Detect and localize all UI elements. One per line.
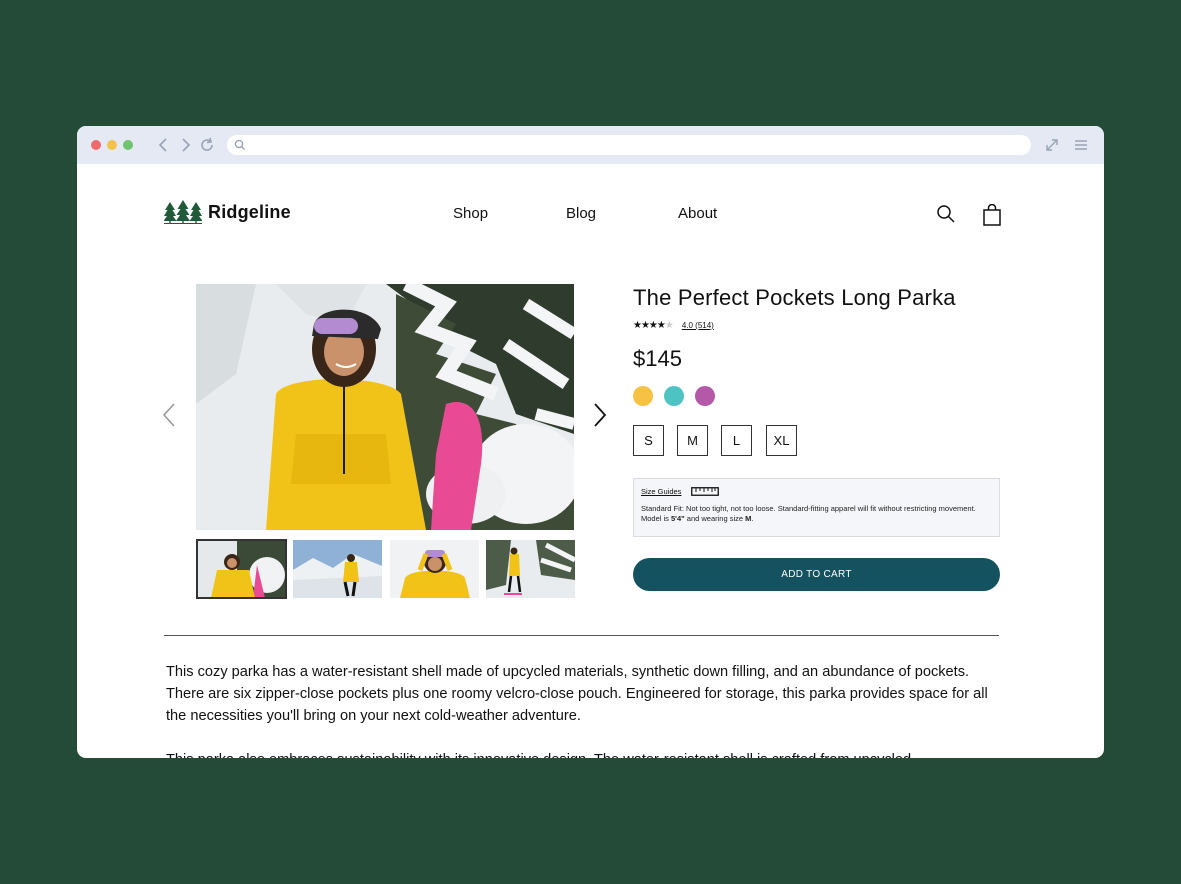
size-option-s[interactable]: S [633, 425, 664, 456]
thumbnail-2[interactable] [293, 540, 382, 598]
fit-description: Standard Fit: Not too tight, not too loo… [641, 504, 976, 523]
page-content: Ridgeline Shop Blog About The Perfect Po… [77, 164, 1104, 758]
size-guide-link[interactable]: Size Guides [641, 487, 681, 496]
menu-icon[interactable] [1072, 136, 1090, 154]
product-description: This cozy parka has a water-resistant sh… [166, 661, 1006, 758]
description-paragraph-1: This cozy parka has a water-resistant sh… [166, 664, 988, 724]
shopping-bag-icon[interactable] [982, 204, 1002, 226]
ruler-icon [691, 487, 720, 496]
expand-icon[interactable] [1043, 136, 1061, 154]
browser-window: Ridgeline Shop Blog About The Perfect Po… [77, 126, 1104, 758]
color-swatch-teal[interactable] [664, 386, 684, 406]
address-bar[interactable] [227, 135, 1031, 155]
gallery-next-arrow[interactable] [592, 402, 608, 428]
browser-toolbar [77, 126, 1104, 164]
pine-trees-icon [164, 200, 202, 224]
color-swatch-purple[interactable] [695, 386, 715, 406]
thumbnail-3[interactable] [390, 540, 479, 598]
nav-about[interactable]: About [678, 205, 717, 222]
star-rating-icon: ★★★★★ [633, 320, 674, 331]
color-swatch-yellow[interactable] [633, 386, 653, 406]
description-paragraph-2: This parka also embraces sustainability … [166, 749, 1006, 758]
brand-logo[interactable]: Ridgeline [164, 200, 291, 224]
product-price: $145 [633, 346, 682, 371]
size-option-l[interactable]: L [721, 425, 752, 456]
nav-blog[interactable]: Blog [566, 205, 596, 222]
size-option-xl[interactable]: XL [766, 425, 797, 456]
section-divider [164, 635, 999, 636]
add-to-cart-button[interactable]: ADD TO CART [633, 558, 1000, 591]
chevron-left-icon[interactable] [155, 136, 173, 154]
product-rating: ★★★★★ 4.0 (514) [633, 320, 714, 331]
reload-icon[interactable] [198, 136, 216, 154]
rating-reviews-link[interactable]: 4.0 (514) [682, 321, 714, 330]
thumbnail-1[interactable] [196, 539, 287, 599]
close-window-button[interactable] [91, 140, 101, 150]
product-title: The Perfect Pockets Long Parka [633, 285, 956, 310]
minimize-window-button[interactable] [107, 140, 117, 150]
search-icon[interactable] [936, 204, 956, 224]
size-option-m[interactable]: M [677, 425, 708, 456]
thumbnail-4[interactable] [486, 540, 575, 598]
nav-shop[interactable]: Shop [453, 205, 488, 222]
gallery-prev-arrow[interactable] [161, 402, 177, 428]
brand-name: Ridgeline [208, 201, 291, 222]
size-guide-box: Size Guides Standard Fit: Not too tight,… [633, 478, 1000, 537]
search-icon [234, 139, 245, 150]
chevron-right-icon[interactable] [176, 136, 194, 154]
product-main-image [196, 284, 574, 530]
maximize-window-button[interactable] [123, 140, 133, 150]
